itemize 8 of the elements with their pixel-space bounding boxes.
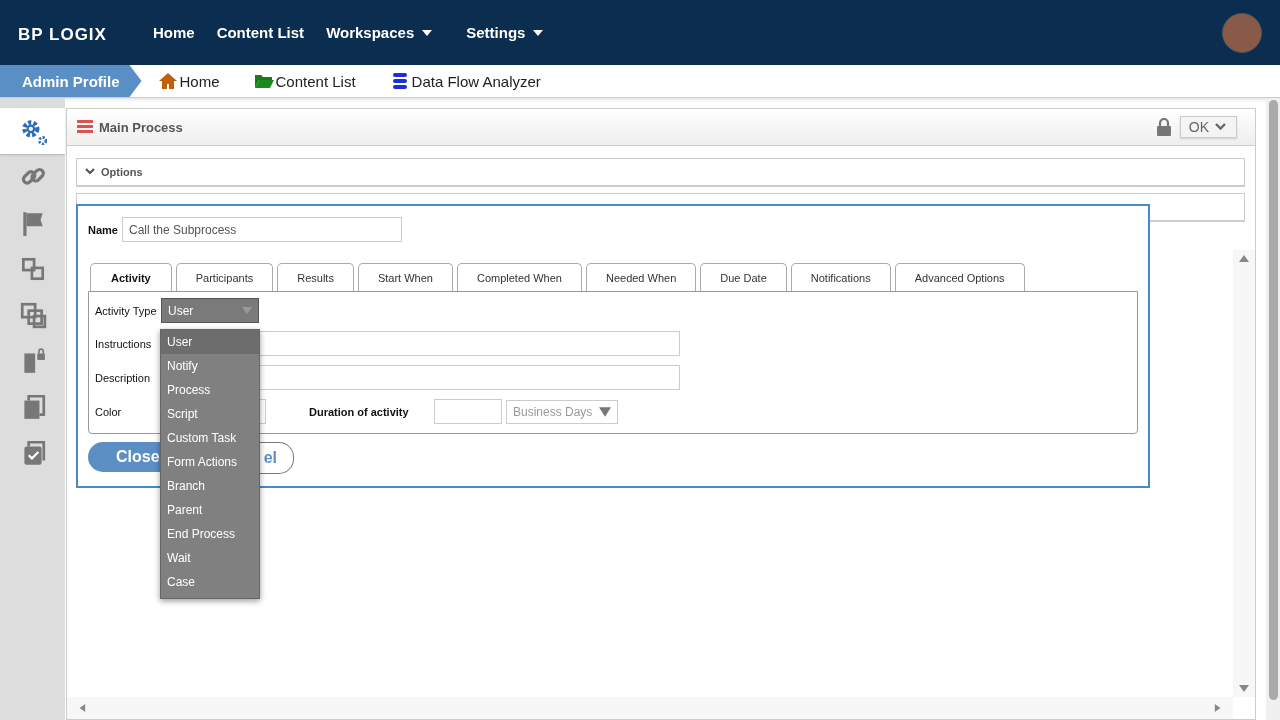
field-label: Color — [95, 405, 123, 418]
field-label: Duration of activity — [309, 405, 410, 418]
field-label: Description — [95, 371, 152, 384]
field-label: Activity Type — [95, 304, 158, 317]
field-label: Instructions — [95, 337, 153, 350]
panel-title: Main Process — [99, 119, 183, 135]
name-label: Name — [88, 223, 118, 236]
logo: BP LOGIX — [18, 24, 107, 45]
